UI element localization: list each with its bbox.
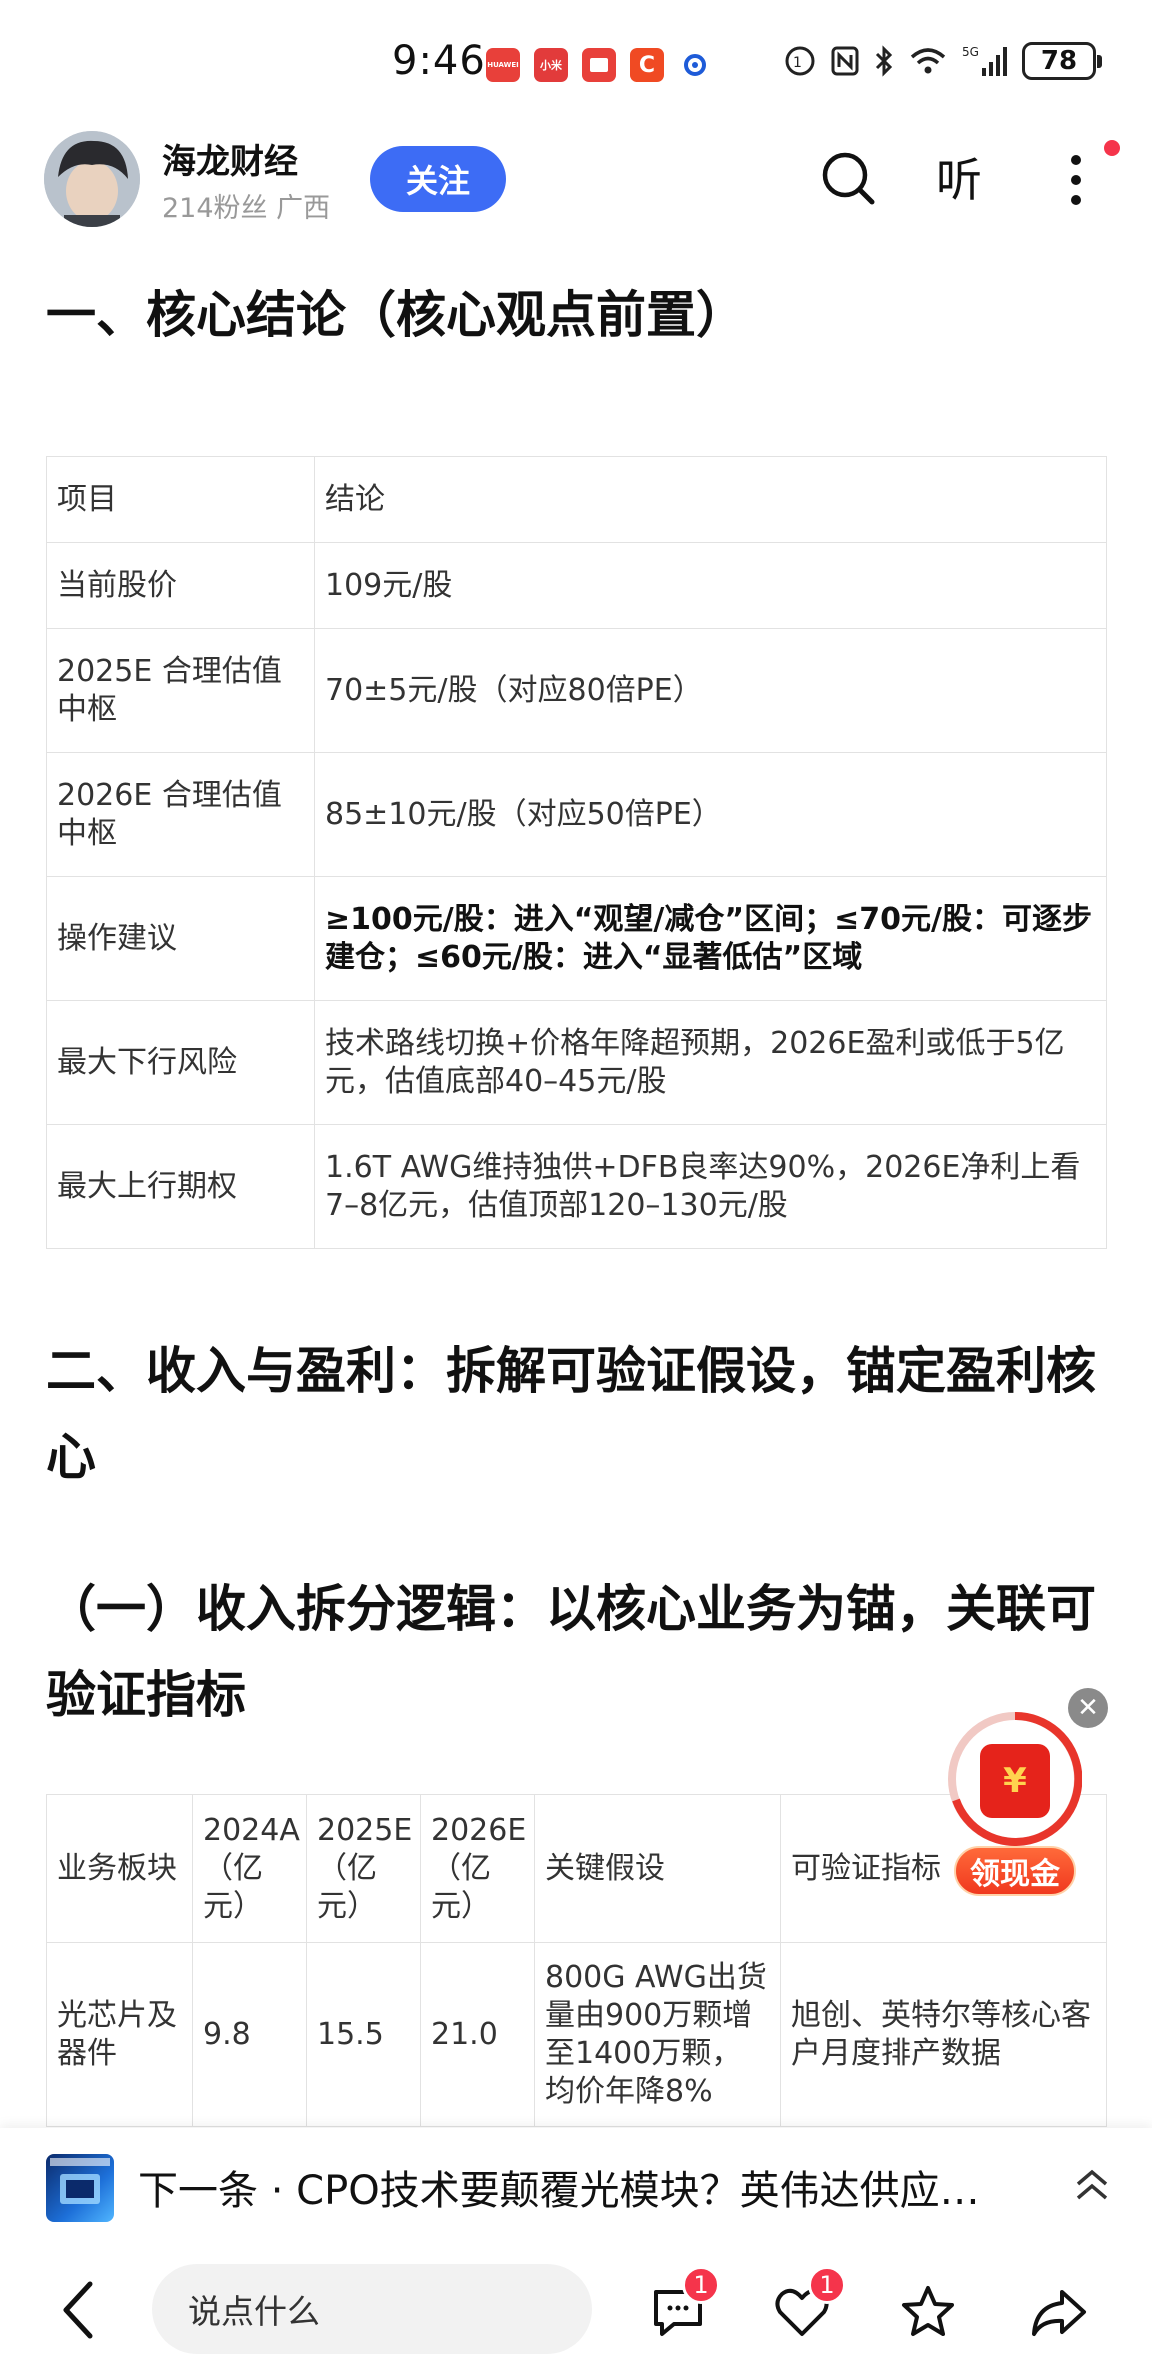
next-article-bar[interactable]: 下一条 · CPO技术要颠覆光模块？英伟达供应… bbox=[0, 2128, 1152, 2244]
table-cell: 最大上行期权 bbox=[46, 1124, 315, 1249]
table-row: 2025E 合理估值中枢 70±5元/股（对应80倍PE） bbox=[46, 628, 1107, 753]
mi-store-notif-icon: 小米 bbox=[534, 48, 568, 82]
like-count-badge: 1 bbox=[808, 2266, 846, 2304]
table-cell: 1.6T AWG维持独供+DFB良率达90%，2026E净利上看7–8亿元，估值… bbox=[314, 1124, 1107, 1249]
table-cell: 技术路线切换+价格年降超预期，2026E盈利或低于5亿元，估值底部40–45元/… bbox=[314, 1000, 1107, 1125]
listen-button[interactable]: 听 bbox=[936, 144, 982, 210]
bluetooth-icon bbox=[875, 45, 893, 77]
author-meta: 214粉丝 广西 bbox=[162, 193, 331, 224]
table-cell: 操作建议 bbox=[46, 876, 315, 1001]
author-name[interactable]: 海龙财经 bbox=[162, 134, 298, 183]
hd-icon: 1 bbox=[785, 46, 815, 76]
table-cell: 光芯片及器件 bbox=[46, 1942, 193, 2127]
browser-notif-icon bbox=[678, 48, 712, 82]
section2-subtitle: （一）收入拆分逻辑：以核心业务为锚，关联可验证指标 bbox=[46, 1580, 1096, 1724]
table-cell: 旭创、英特尔等核心客户月度排产数据 bbox=[780, 1942, 1107, 2127]
table-cell: 结论 bbox=[314, 456, 1107, 543]
back-arrow-icon[interactable] bbox=[56, 2278, 100, 2342]
table-row: 光芯片及器件 9.8 15.5 21.0 800G AWG出货量由900万颗增至… bbox=[46, 1942, 1107, 2127]
section2-title: 二、收入与盈利：拆解可验证假设，锚定盈利核心 bbox=[46, 1342, 1096, 1486]
column-header: 业务板块 bbox=[46, 1794, 193, 1943]
table-cell: 最大下行风险 bbox=[46, 1000, 315, 1125]
svg-text:5G: 5G bbox=[962, 45, 979, 59]
table-cell: ≥100元/股：进入“观望/减仓”区间；≤70元/股：可逐步建仓；≤60元/股：… bbox=[314, 876, 1107, 1001]
conclusion-table: 项目 结论 当前股价 109元/股 2025E 合理估值中枢 70±5元/股（对… bbox=[46, 456, 1107, 1249]
wifi-icon bbox=[910, 48, 946, 74]
next-article-thumbnail bbox=[46, 2154, 114, 2222]
c-app-notif-icon: C bbox=[630, 48, 664, 82]
system-icons: 1 5G 78 bbox=[784, 42, 1102, 80]
search-icon[interactable] bbox=[818, 148, 878, 208]
table-row: 最大上行期权 1.6T AWG维持独供+DFB良率达90%，2026E净利上看7… bbox=[46, 1124, 1107, 1249]
column-header: 2025E（亿元） bbox=[306, 1794, 421, 1943]
comment-count-badge: 1 bbox=[682, 2266, 720, 2304]
share-icon[interactable] bbox=[1028, 2282, 1088, 2342]
section1-title: 一、核心结论（核心观点前置） bbox=[46, 286, 746, 344]
table-cell: 2025E 合理估值中枢 bbox=[46, 628, 315, 753]
battery-indicator: 78 bbox=[1022, 42, 1102, 80]
red-packet-icon[interactable]: ¥ bbox=[980, 1744, 1050, 1818]
table-cell: 9.8 bbox=[192, 1942, 307, 2127]
table-cell: 21.0 bbox=[420, 1942, 535, 2127]
table-cell: 800G AWG出货量由900万颗增至1400万颗，均价年降8% bbox=[534, 1942, 781, 2127]
column-header: 2026E（亿元） bbox=[420, 1794, 535, 1943]
claim-cash-button[interactable]: 领现金 bbox=[954, 1846, 1076, 1896]
status-time: 9:46 bbox=[392, 38, 486, 84]
notification-icons: HUAWEI 小米 C bbox=[486, 48, 712, 82]
avatar[interactable] bbox=[44, 131, 140, 227]
notification-dot bbox=[1104, 140, 1120, 156]
table-cell: 项目 bbox=[46, 456, 315, 543]
book-notif-icon bbox=[582, 48, 616, 82]
star-icon[interactable] bbox=[898, 2282, 958, 2342]
table-row: 最大下行风险 技术路线切换+价格年降超预期，2026E盈利或低于5亿元，估值底部… bbox=[46, 1000, 1107, 1125]
article-header: 海龙财经 214粉丝 广西 关注 听 bbox=[0, 128, 1152, 236]
next-article-title[interactable]: 下一条 · CPO技术要颠覆光模块？英伟达供应… bbox=[138, 2158, 1028, 2216]
table-row: 2026E 合理估值中枢 85±10元/股（对应50倍PE） bbox=[46, 752, 1107, 877]
comment-input[interactable]: 说点什么 bbox=[152, 2264, 592, 2354]
table-cell: 109元/股 bbox=[314, 542, 1107, 629]
chevron-up-icon[interactable] bbox=[1072, 2162, 1112, 2210]
table-row: 项目 结论 bbox=[46, 456, 1107, 543]
nfc-icon bbox=[831, 46, 859, 76]
svg-text:1: 1 bbox=[793, 55, 802, 71]
table-cell: 70±5元/股（对应80倍PE） bbox=[314, 628, 1107, 753]
table-cell: 2026E 合理估值中枢 bbox=[46, 752, 315, 877]
table-cell: 85±10元/股（对应50倍PE） bbox=[314, 752, 1107, 877]
column-header: 2024A（亿元） bbox=[192, 1794, 307, 1943]
table-row: 操作建议 ≥100元/股：进入“观望/减仓”区间；≤70元/股：可逐步建仓；≤6… bbox=[46, 876, 1107, 1001]
bottom-action-bar: 说点什么 1 1 bbox=[0, 2244, 1152, 2376]
table-cell: 当前股价 bbox=[46, 542, 315, 629]
status-bar: 9:46 HUAWEI 小米 C 1 5G 78 bbox=[0, 0, 1152, 128]
table-row: 当前股价 109元/股 bbox=[46, 542, 1107, 629]
signal-icon: 5G bbox=[962, 45, 1007, 76]
table-cell: 15.5 bbox=[306, 1942, 421, 2127]
follow-button[interactable]: 关注 bbox=[370, 146, 506, 212]
more-options-icon[interactable] bbox=[1056, 150, 1096, 210]
column-header: 关键假设 bbox=[534, 1794, 781, 1943]
huawei-notif-icon: HUAWEI bbox=[486, 48, 520, 82]
